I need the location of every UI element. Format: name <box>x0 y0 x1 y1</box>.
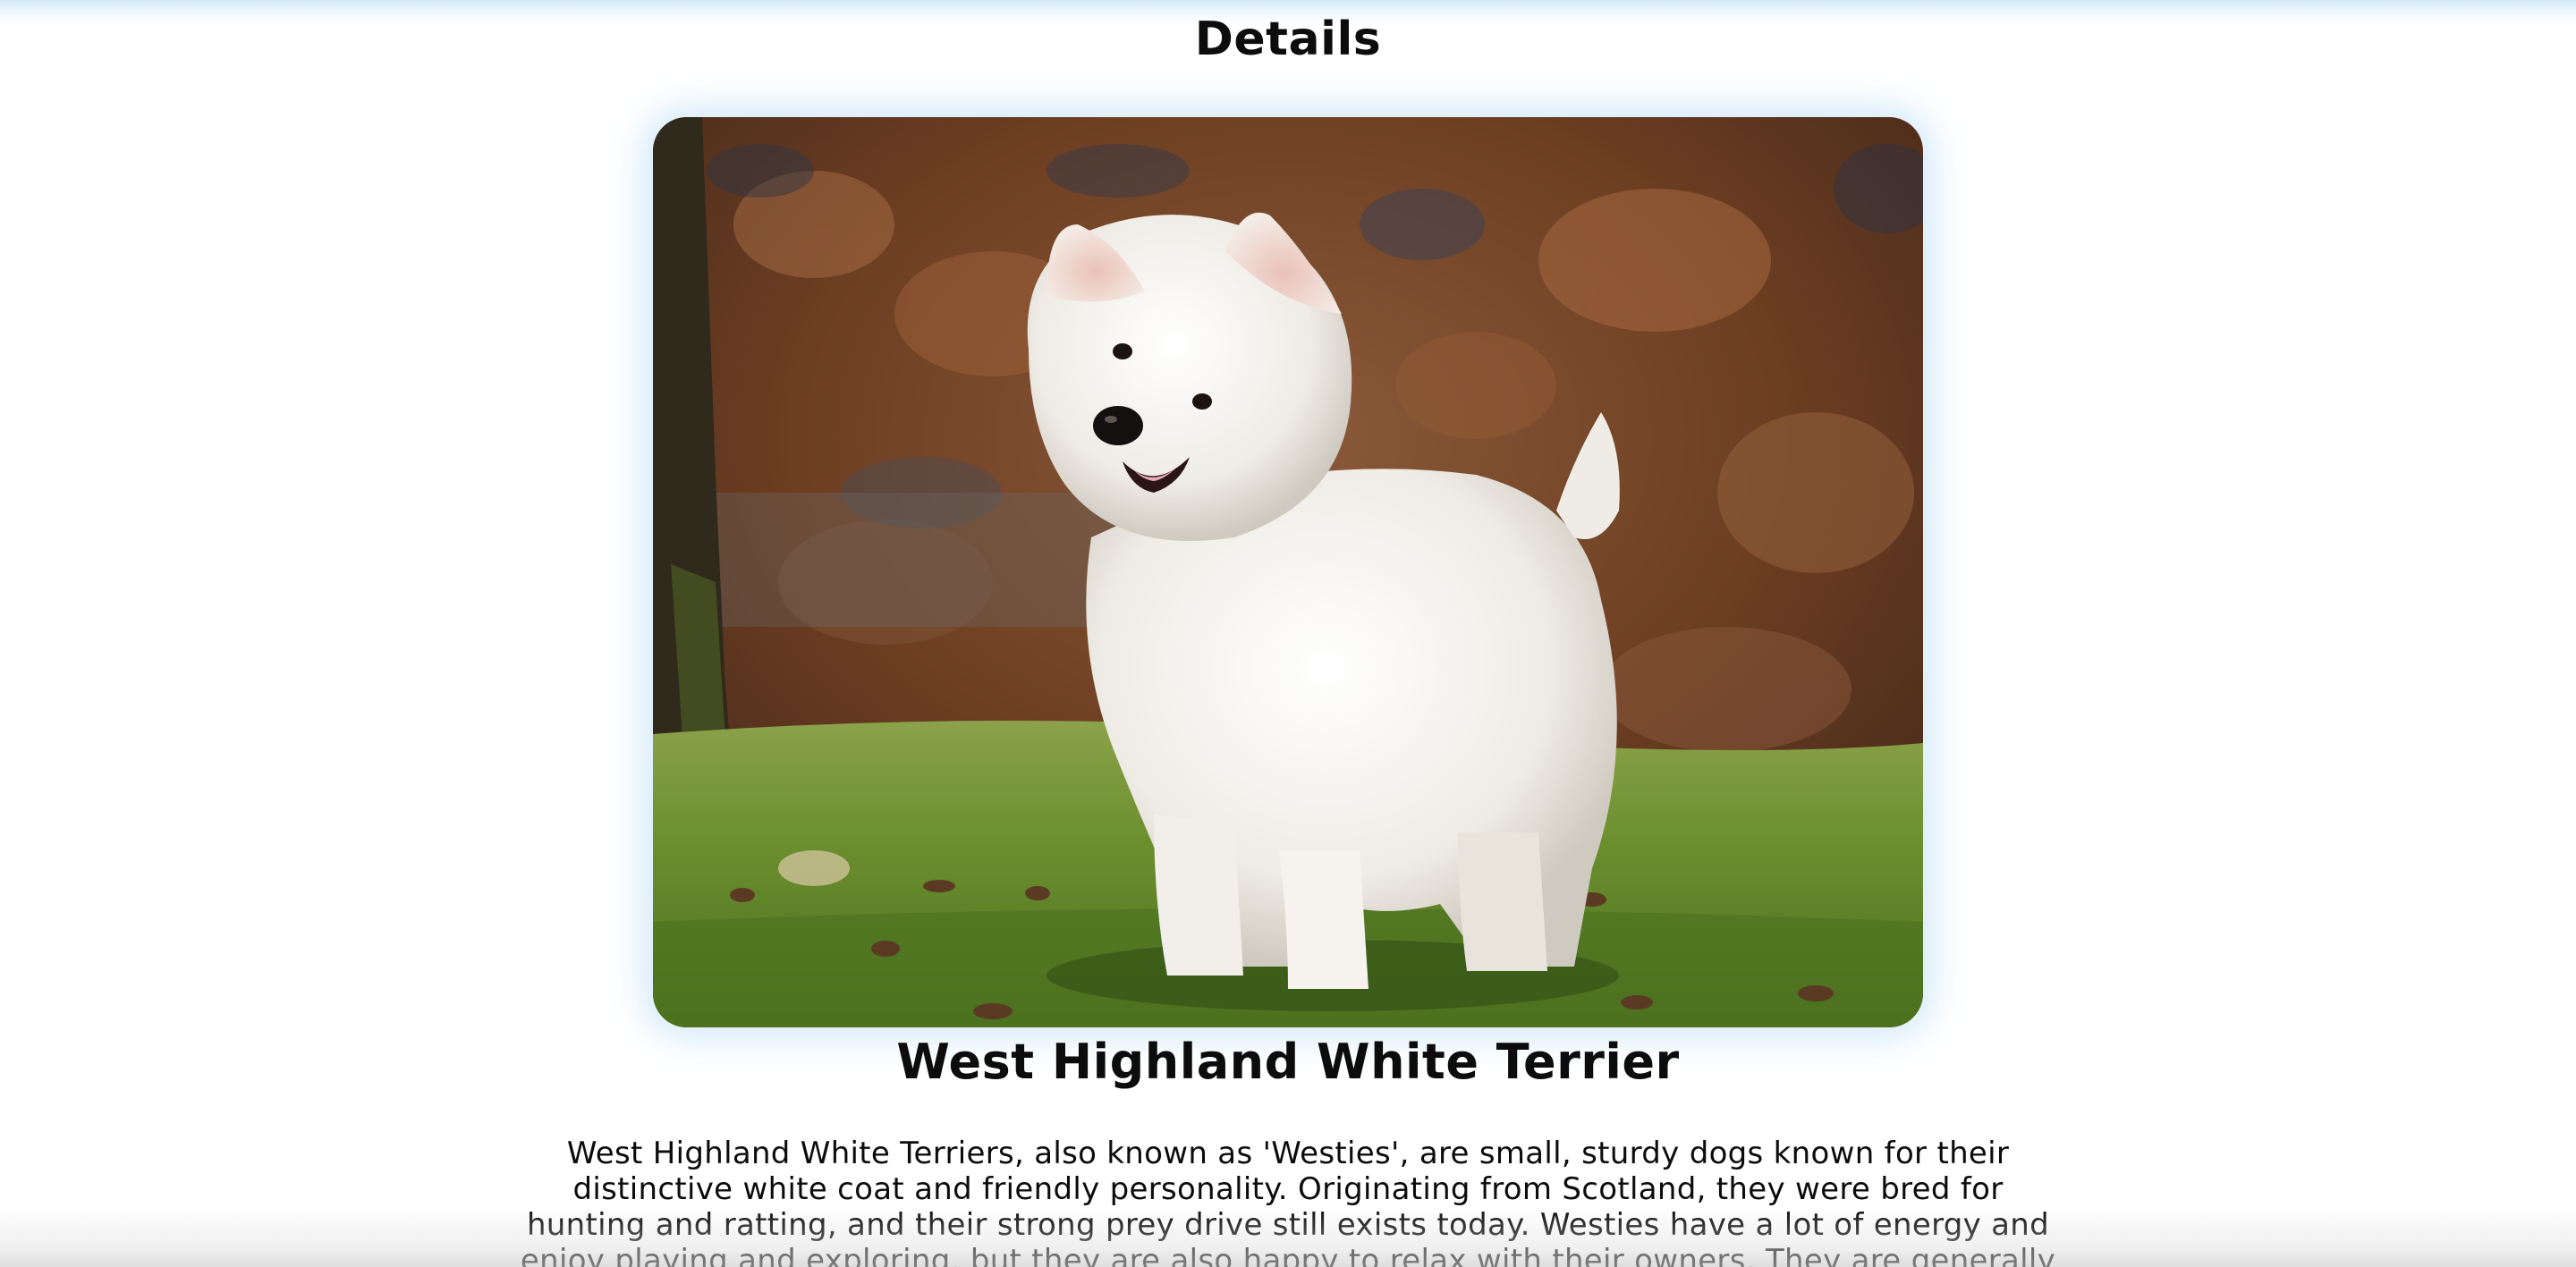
page-title: Details <box>1194 13 1382 66</box>
dog-photo <box>653 117 1923 1027</box>
breed-description: West Highland White Terriers, also known… <box>520 1136 2056 1267</box>
details-page: Details West Highland White Terrier West… <box>0 0 2576 1267</box>
breed-name: West Highland White Terrier <box>896 1034 1680 1090</box>
